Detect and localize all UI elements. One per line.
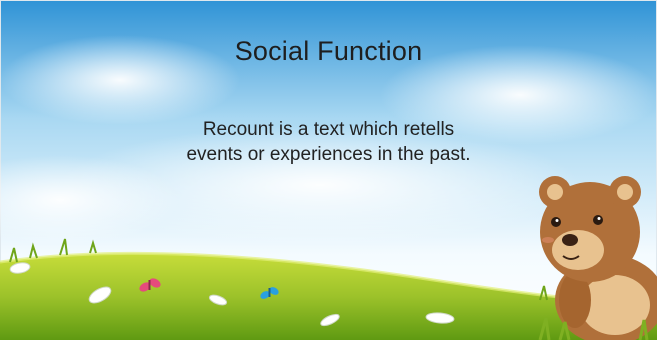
slide-body: Recount is a text which retells events o…	[0, 117, 657, 167]
slide-title: Social Function	[234, 36, 423, 66]
slide-body-line: Recount is a text which retells	[202, 119, 455, 140]
presentation-slide: Social Function Recount is a text which …	[0, 0, 657, 340]
slide-body-line: events or experiences in the past.	[186, 144, 471, 165]
